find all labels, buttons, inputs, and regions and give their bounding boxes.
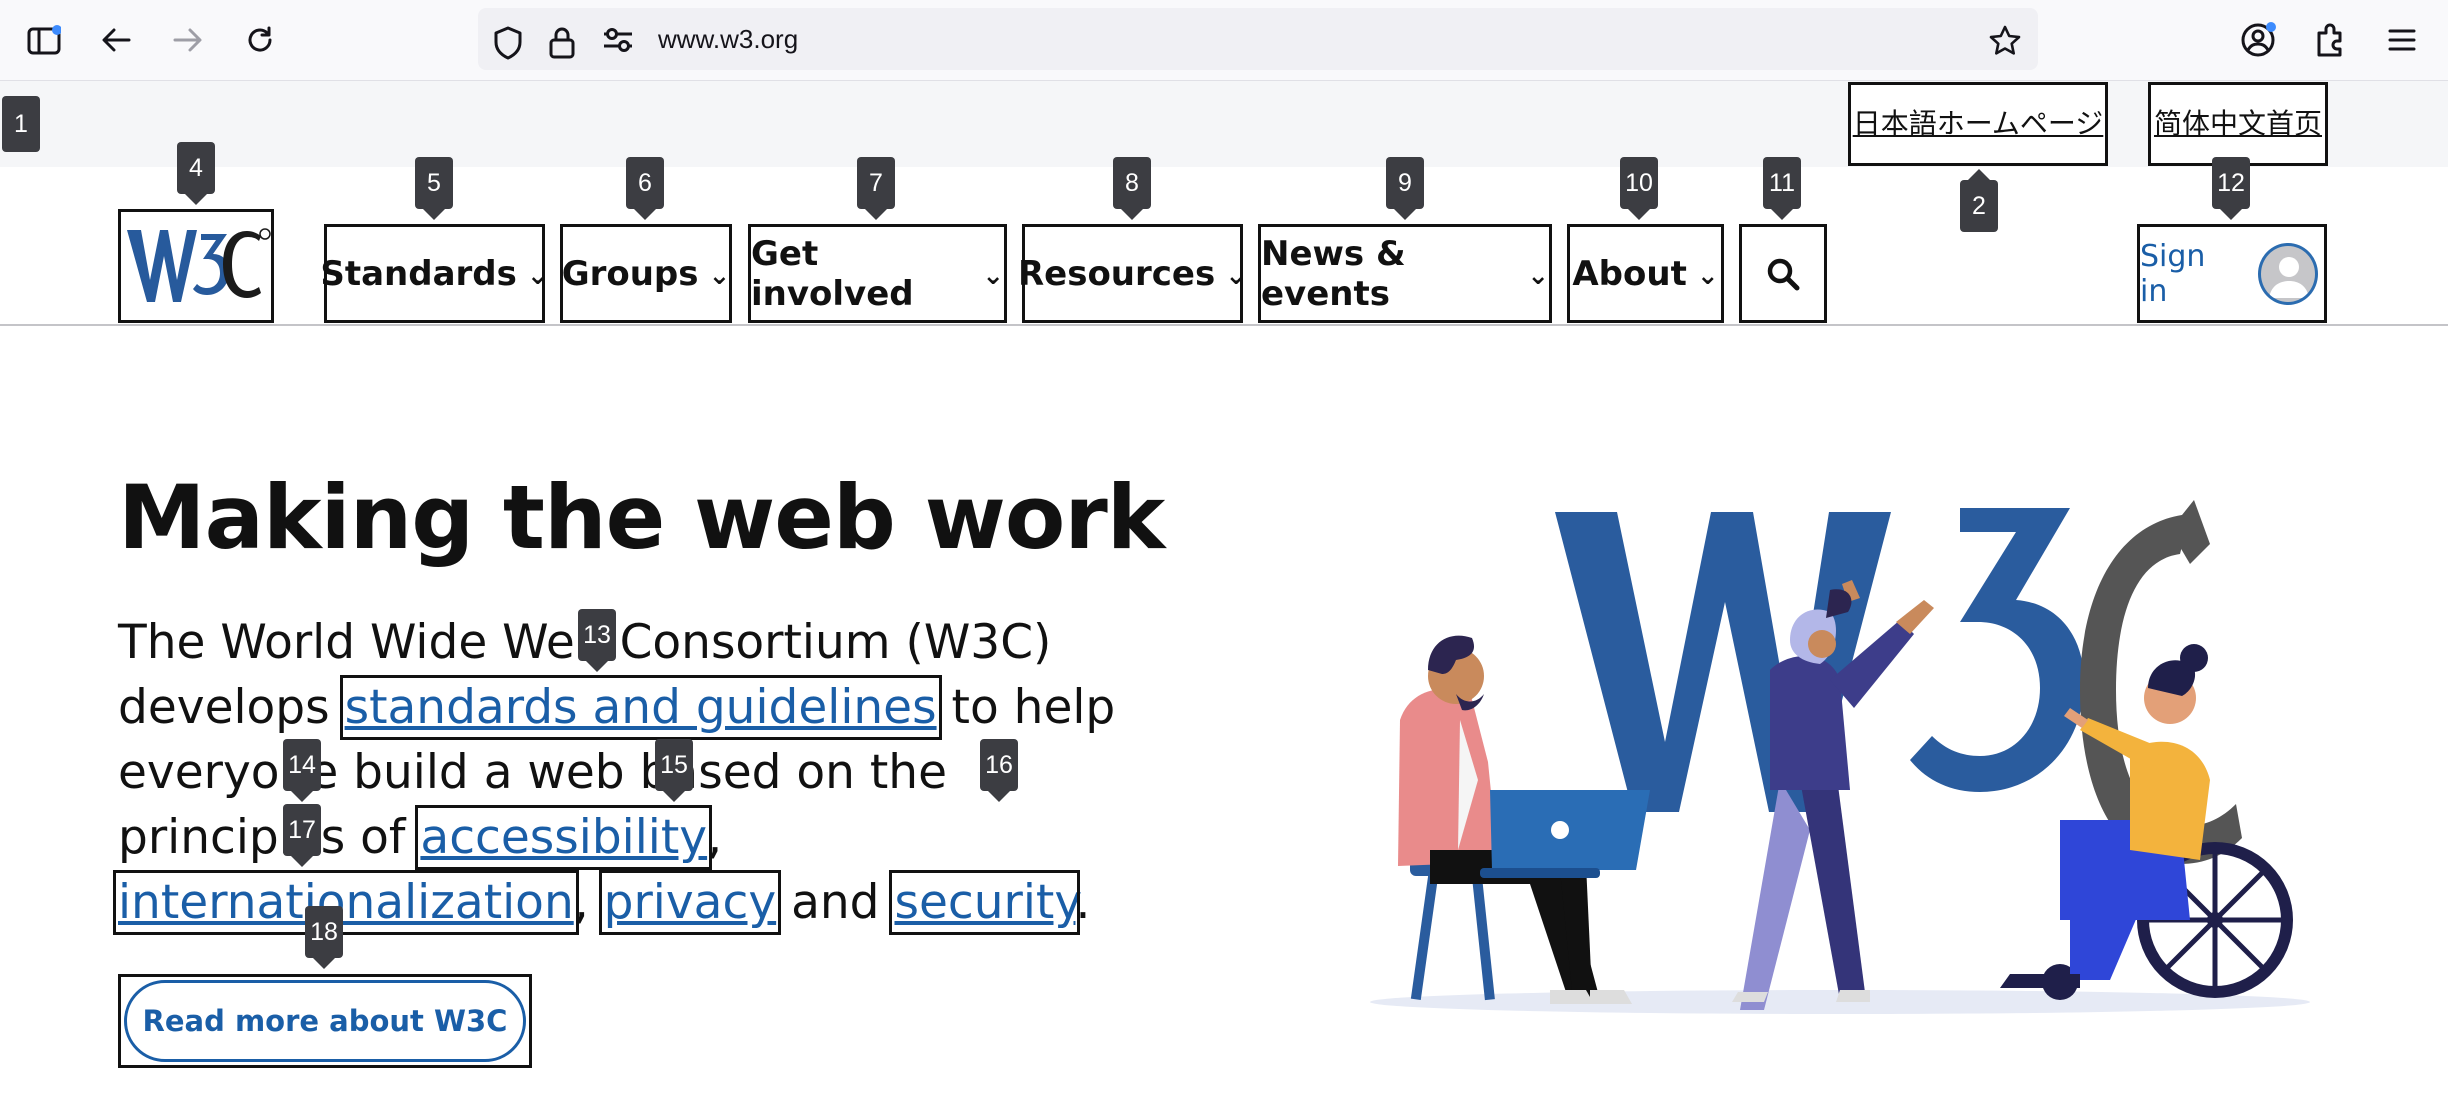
read-more-about-w3c-button[interactable]: Read more about W3C (118, 974, 532, 1068)
chevron-down-icon: ⌄ (1527, 260, 1549, 291)
chinese-homepage-link[interactable]: 简体中文首页 (2148, 82, 2328, 166)
chevron-down-icon: ⌄ (1225, 260, 1248, 291)
bookmark-star-icon[interactable] (1988, 24, 2022, 62)
internationalization-link[interactable]: internationalization (113, 870, 579, 935)
marker-5: 5 (415, 157, 453, 220)
search-icon (1767, 258, 1800, 290)
intro-text-3: and (791, 875, 880, 930)
search-button[interactable] (1739, 224, 1827, 323)
nav-get-involved-button[interactable]: Get involved ⌄ (748, 224, 1007, 323)
marker-6: 6 (626, 157, 664, 220)
marker-17: 17 (283, 804, 321, 867)
marker-13: 13 (578, 609, 616, 672)
marker-11: 11 (1763, 157, 1801, 220)
nav-about-label: About (1572, 253, 1687, 294)
nav-resources-button[interactable]: Resources ⌄ (1018, 224, 1247, 323)
chevron-down-icon: ⌄ (526, 260, 549, 291)
separator-comma: , (707, 810, 723, 865)
separator-comma: , (573, 875, 589, 930)
nav-standards-button[interactable]: Standards ⌄ (320, 224, 549, 323)
sidebar-icon[interactable] (22, 18, 66, 62)
marker-14: 14 (283, 739, 321, 802)
sign-in-link[interactable]: Sign in (2137, 224, 2327, 323)
page-title: Making the web work (118, 466, 1165, 569)
user-avatar-icon (2269, 256, 2310, 298)
marker-12: 12 (2212, 157, 2250, 220)
w3c-letter-3-icon (1910, 508, 2084, 792)
avatar (2258, 242, 2318, 305)
marker-2: 2 (1960, 169, 1998, 232)
accessibility-link[interactable]: accessibility (415, 805, 713, 870)
standards-guidelines-link[interactable]: standards and guidelines (339, 675, 942, 740)
w3c-logo-icon (127, 228, 271, 302)
extensions-icon[interactable] (2308, 18, 2352, 62)
marker-1: 1 (2, 96, 40, 152)
marker-10: 10 (1620, 157, 1658, 220)
url-text[interactable]: www.w3.org (658, 24, 798, 55)
marker-16: 16 (980, 739, 1018, 802)
reload-icon[interactable] (238, 18, 282, 62)
marker-8: 8 (1113, 157, 1151, 220)
intro-text-4: . (1075, 875, 1091, 930)
nav-get-involved-label: Get involved (751, 233, 914, 314)
marker-4: 4 (177, 142, 215, 205)
permissions-icon[interactable] (602, 26, 634, 58)
privacy-link[interactable]: privacy (598, 870, 782, 935)
lock-icon[interactable] (548, 26, 576, 64)
browser-toolbar: www.w3.org (0, 0, 2448, 81)
nav-about-button[interactable]: About ⌄ (1567, 224, 1724, 323)
forward-icon[interactable] (166, 18, 210, 62)
nav-resources-label: Resources (1017, 253, 1216, 294)
nav-groups-label: Groups (561, 253, 699, 294)
account-icon[interactable] (2236, 18, 2280, 62)
chevron-down-icon: ⌄ (982, 260, 1004, 291)
nav-news-events-label: News & events (1261, 233, 1406, 314)
japanese-homepage-link[interactable]: 日本語ホームページ (1848, 82, 2108, 166)
sign-in-label: Sign in (2140, 238, 2206, 309)
w3c-team-illustration (1370, 500, 2310, 1014)
w3c-logo-link[interactable] (118, 209, 274, 323)
marker-7: 7 (857, 157, 895, 220)
nav-news-events-button[interactable]: News & events ⌄ (1258, 224, 1552, 323)
marker-18: 18 (305, 906, 343, 969)
marker-15: 15 (655, 739, 693, 802)
nav-standards-label: Standards (320, 253, 517, 294)
menu-icon[interactable] (2380, 18, 2424, 62)
nav-groups-button[interactable]: Groups ⌄ (560, 224, 732, 323)
read-more-label: Read more about W3C (124, 980, 526, 1062)
address-bar[interactable]: www.w3.org (478, 8, 2038, 70)
security-link[interactable]: security (889, 870, 1081, 935)
chevron-down-icon: ⌄ (708, 260, 731, 291)
chevron-down-icon: ⌄ (1696, 260, 1719, 291)
shield-icon[interactable] (492, 26, 524, 64)
back-icon[interactable] (94, 18, 138, 62)
marker-9: 9 (1386, 157, 1424, 220)
